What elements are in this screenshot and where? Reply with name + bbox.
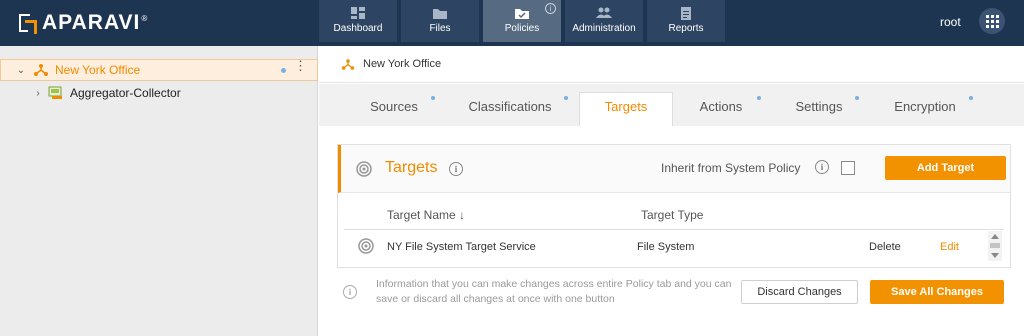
apps-grid-icon — [986, 15, 999, 28]
apps-grid-button[interactable] — [979, 8, 1005, 34]
top-bar: APARAVI ® Dashboard Files Policies i Adm… — [0, 0, 1024, 46]
targets-panel: Targets i Inherit from System Policy i A… — [337, 144, 1011, 268]
tab-indicator-dot — [969, 96, 973, 100]
edit-link[interactable]: Edit — [940, 241, 959, 253]
inherit-checkbox[interactable] — [841, 161, 855, 175]
tab-encryption[interactable]: Encryption — [887, 94, 973, 126]
target-icon — [358, 238, 374, 254]
info-icon[interactable]: i — [449, 162, 463, 176]
info-icon: i — [343, 285, 357, 299]
tree-item-new-york-office[interactable]: ⌄ New York Office ⋮ — [0, 59, 318, 81]
table-scrollbar[interactable] — [988, 231, 1002, 261]
kebab-menu-icon[interactable]: ⋮ — [294, 59, 307, 72]
breadcrumb: New York Office — [319, 46, 1024, 83]
policies-icon — [515, 9, 529, 19]
scroll-down-icon[interactable] — [991, 253, 999, 258]
nav-administration-label: Administration — [572, 23, 636, 34]
scroll-thumb[interactable] — [990, 243, 1000, 248]
nav-reports-label: Reports — [668, 23, 704, 34]
aggregator-icon — [48, 86, 62, 99]
network-icon — [341, 58, 355, 70]
folder-icon — [433, 9, 447, 19]
sidebar-tree: ⌄ New York Office ⋮ › Aggregator-Collect… — [0, 46, 318, 336]
tree-item-label: New York Office — [55, 63, 141, 77]
breadcrumb-label: New York Office — [363, 58, 442, 70]
nav-policies-label: Policies — [504, 23, 540, 34]
chevron-down-icon[interactable]: ⌄ — [13, 65, 29, 76]
dashboard-icon — [351, 7, 365, 19]
column-header-target-type[interactable]: Target Type — [641, 208, 703, 222]
column-header-target-name[interactable]: Target Name ↓ — [387, 208, 465, 222]
footer-info-text: Information that you can make changes ac… — [376, 278, 732, 305]
targets-table-header: Target Name ↓ Target Type — [344, 200, 1004, 230]
logo-mark-icon — [18, 12, 38, 34]
logo-registered-mark: ® — [141, 13, 148, 23]
nav-dashboard[interactable]: Dashboard — [319, 0, 397, 42]
nav-policies[interactable]: Policies i — [483, 0, 561, 42]
clipboard-icon — [681, 7, 691, 20]
network-icon — [34, 64, 48, 76]
tab-targets[interactable]: Targets — [579, 92, 673, 126]
status-dot — [281, 68, 286, 73]
save-all-changes-button[interactable]: Save All Changes — [870, 280, 1004, 304]
tab-classifications[interactable]: Classifications — [464, 94, 568, 126]
panel-title: Targets — [385, 159, 438, 176]
tab-label: Encryption — [894, 99, 956, 114]
add-target-button[interactable]: Add Target — [885, 156, 1006, 180]
tab-indicator-dot — [757, 96, 761, 100]
discard-changes-button[interactable]: Discard Changes — [741, 280, 858, 304]
target-type-cell: File System — [637, 241, 695, 253]
tab-label: Settings — [795, 99, 843, 114]
target-icon — [356, 161, 372, 177]
tab-sources[interactable]: Sources — [359, 94, 435, 126]
tab-label: Targets — [604, 99, 648, 114]
scroll-up-icon[interactable] — [991, 234, 999, 239]
logo-text: APARAVI — [42, 11, 141, 34]
delete-link[interactable]: Delete — [869, 241, 901, 253]
nav-administration[interactable]: Administration — [565, 0, 643, 42]
users-icon — [596, 7, 612, 18]
targets-panel-header: Targets i Inherit from System Policy i A… — [338, 145, 1010, 193]
nav-files-label: Files — [429, 23, 451, 34]
inherit-label: Inherit from System Policy — [661, 161, 801, 175]
aparavi-logo[interactable]: APARAVI ® — [18, 11, 147, 35]
tab-actions[interactable]: Actions — [691, 94, 761, 126]
tab-label: Sources — [370, 99, 418, 114]
nav-reports[interactable]: Reports — [647, 0, 725, 42]
tab-label: Classifications — [468, 99, 552, 114]
info-icon[interactable]: i — [545, 3, 556, 14]
tab-indicator-dot — [855, 96, 859, 100]
tab-label: Actions — [699, 99, 743, 114]
target-name-cell: NY File System Target Service — [387, 241, 536, 253]
main-content: New York Office Sources Classifications … — [319, 46, 1024, 336]
nav-dashboard-label: Dashboard — [333, 23, 383, 34]
table-row[interactable]: NY File System Target Service File Syste… — [344, 231, 988, 261]
info-icon[interactable]: i — [815, 160, 829, 174]
main-nav: Dashboard Files Policies i Administratio… — [319, 0, 725, 42]
nav-files[interactable]: Files — [401, 0, 479, 42]
tree-item-aggregator-collector[interactable]: › Aggregator-Collector — [0, 82, 318, 104]
user-menu[interactable]: root — [940, 15, 961, 29]
policy-tabs: Sources Classifications Targets Actions … — [319, 84, 1024, 126]
chevron-right-icon[interactable]: › — [30, 88, 46, 99]
tab-settings[interactable]: Settings — [787, 94, 859, 126]
tab-indicator-dot — [431, 96, 435, 100]
tree-item-label: Aggregator-Collector — [70, 86, 181, 100]
tab-indicator-dot — [564, 96, 568, 100]
